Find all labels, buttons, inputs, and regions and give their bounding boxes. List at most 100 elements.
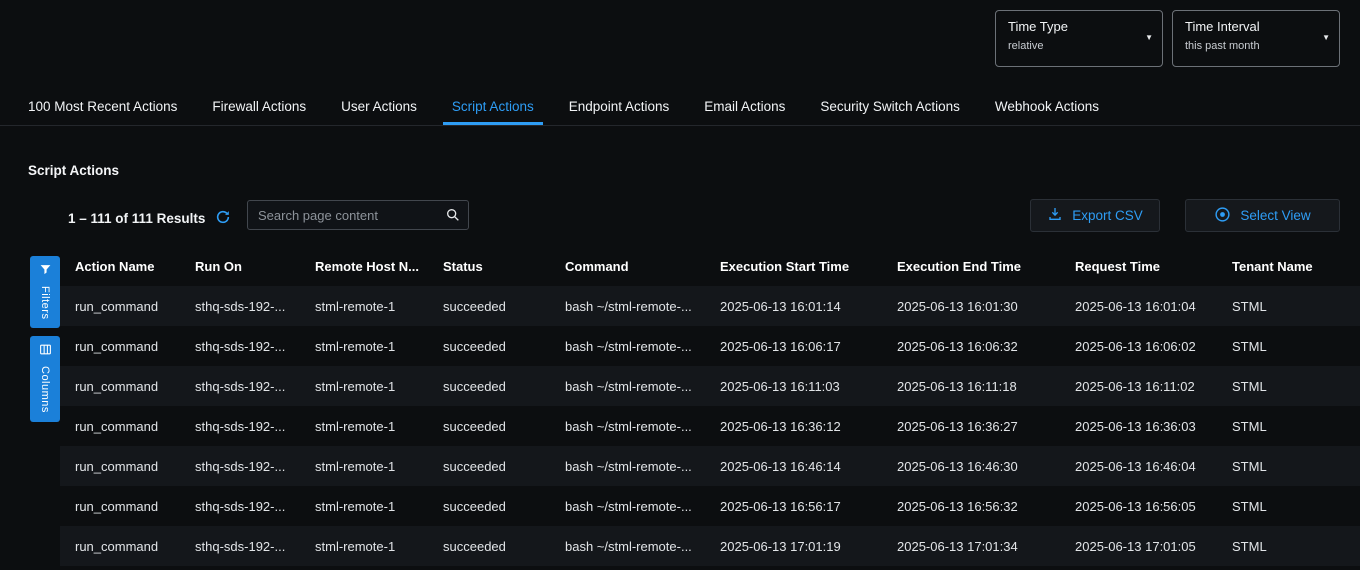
table-cell: 2025-06-13 16:01:14 (705, 286, 882, 326)
table-cell: sthq-sds-192-... (180, 486, 300, 526)
tab-firewall-actions[interactable]: Firewall Actions (203, 88, 315, 125)
table-cell: bash ~/stml-remote-... (550, 486, 705, 526)
table-cell: stml-remote-1 (300, 286, 428, 326)
table-cell: STML (1217, 406, 1360, 446)
chevron-down-icon: ▼ (1145, 33, 1153, 42)
column-header[interactable]: Tenant Name (1217, 246, 1360, 286)
table-cell: STML (1217, 486, 1360, 526)
table-cell: stml-remote-1 (300, 486, 428, 526)
table-cell: bash ~/stml-remote-... (550, 326, 705, 366)
table-cell: 2025-06-13 16:11:03 (705, 366, 882, 406)
table-cell: 2025-06-13 16:01:04 (1060, 286, 1217, 326)
table-cell: 2025-06-13 16:36:27 (882, 406, 1060, 446)
table-cell: bash ~/stml-remote-... (550, 366, 705, 406)
select-view-button[interactable]: Select View (1185, 199, 1340, 232)
column-header[interactable]: Request Time (1060, 246, 1217, 286)
table-row[interactable]: run_commandsthq-sds-192-...stml-remote-1… (60, 446, 1360, 486)
column-header[interactable]: Run On (180, 246, 300, 286)
table-cell: stml-remote-1 (300, 526, 428, 566)
table-cell: 2025-06-13 16:11:18 (882, 366, 1060, 406)
table-cell: 2025-06-13 17:01:05 (1060, 526, 1217, 566)
actions-table: Action NameRun OnRemote Host N...StatusC… (60, 246, 1360, 566)
table-cell: run_command (60, 526, 180, 566)
table-cell: 2025-06-13 16:36:03 (1060, 406, 1217, 446)
table-cell: succeeded (428, 406, 550, 446)
results-bar: 1 – 111 of 111 Results (68, 209, 231, 228)
filters-button[interactable]: Filters (30, 256, 60, 328)
table-row[interactable]: run_commandsthq-sds-192-...stml-remote-1… (60, 326, 1360, 366)
table-cell: run_command (60, 446, 180, 486)
time-type-value: relative (1008, 40, 1136, 52)
columns-label: Columns (39, 366, 51, 413)
table-cell: bash ~/stml-remote-... (550, 286, 705, 326)
table-cell: sthq-sds-192-... (180, 406, 300, 446)
time-controls: Time Type relative ▼ Time Interval this … (995, 10, 1340, 67)
table-cell: STML (1217, 366, 1360, 406)
column-header[interactable]: Command (550, 246, 705, 286)
table-cell: 2025-06-13 16:06:32 (882, 326, 1060, 366)
columns-icon (39, 343, 52, 361)
eye-icon (1214, 206, 1231, 226)
filter-icon (39, 263, 52, 281)
table-cell: 2025-06-13 16:06:02 (1060, 326, 1217, 366)
table-cell: bash ~/stml-remote-... (550, 406, 705, 446)
table-cell: STML (1217, 446, 1360, 486)
page-title: Script Actions (28, 163, 119, 178)
columns-button[interactable]: Columns (30, 336, 60, 422)
time-interval-label: Time Interval (1185, 19, 1313, 34)
column-header[interactable]: Status (428, 246, 550, 286)
tab-bar: 100 Most Recent Actions Firewall Actions U… (0, 88, 1360, 126)
table-cell: 2025-06-13 16:46:04 (1060, 446, 1217, 486)
table-cell: run_command (60, 406, 180, 446)
table-cell: STML (1217, 286, 1360, 326)
table-cell: 2025-06-13 17:01:34 (882, 526, 1060, 566)
column-header[interactable]: Execution End Time (882, 246, 1060, 286)
filters-label: Filters (39, 286, 51, 319)
table-cell: run_command (60, 366, 180, 406)
app-root: Time Type relative ▼ Time Interval this … (0, 0, 1360, 570)
tab-security-switch-actions[interactable]: Security Switch Actions (811, 88, 969, 125)
table-cell: 2025-06-13 16:46:14 (705, 446, 882, 486)
search-icon[interactable] (445, 207, 461, 228)
table-cell: 2025-06-13 16:06:17 (705, 326, 882, 366)
tab-webhook-actions[interactable]: Webhook Actions (986, 88, 1108, 125)
table-cell: 2025-06-13 16:36:12 (705, 406, 882, 446)
table-row[interactable]: run_commandsthq-sds-192-...stml-remote-1… (60, 366, 1360, 406)
table-row[interactable]: run_commandsthq-sds-192-...stml-remote-1… (60, 286, 1360, 326)
time-interval-dropdown[interactable]: Time Interval this past month ▼ (1172, 10, 1340, 67)
column-header[interactable]: Execution Start Time (705, 246, 882, 286)
table-cell: 2025-06-13 16:56:32 (882, 486, 1060, 526)
table-cell: succeeded (428, 446, 550, 486)
table-row[interactable]: run_commandsthq-sds-192-...stml-remote-1… (60, 406, 1360, 446)
tab-email-actions[interactable]: Email Actions (695, 88, 794, 125)
table-cell: succeeded (428, 486, 550, 526)
export-csv-button[interactable]: Export CSV (1030, 199, 1160, 232)
table-cell: 2025-06-13 16:56:17 (705, 486, 882, 526)
table-cell: bash ~/stml-remote-... (550, 446, 705, 486)
table-cell: sthq-sds-192-... (180, 446, 300, 486)
table-cell: succeeded (428, 526, 550, 566)
column-header[interactable]: Remote Host N... (300, 246, 428, 286)
table-cell: sthq-sds-192-... (180, 366, 300, 406)
refresh-button[interactable] (215, 209, 231, 228)
time-type-label: Time Type (1008, 19, 1136, 34)
results-summary: 1 – 111 of 111 Results (68, 211, 205, 226)
tab-100-most-recent-actions[interactable]: 100 Most Recent Actions (19, 88, 186, 125)
select-view-label: Select View (1240, 208, 1310, 223)
table-cell: stml-remote-1 (300, 406, 428, 446)
export-csv-label: Export CSV (1072, 208, 1143, 223)
table-cell: sthq-sds-192-... (180, 326, 300, 366)
table-row[interactable]: run_commandsthq-sds-192-...stml-remote-1… (60, 486, 1360, 526)
table-cell: sthq-sds-192-... (180, 526, 300, 566)
refresh-icon (215, 209, 231, 228)
tab-user-actions[interactable]: User Actions (332, 88, 426, 125)
time-type-dropdown[interactable]: Time Type relative ▼ (995, 10, 1163, 67)
table-cell: 2025-06-13 16:46:30 (882, 446, 1060, 486)
table-cell: bash ~/stml-remote-... (550, 526, 705, 566)
column-header[interactable]: Action Name (60, 246, 180, 286)
table-row[interactable]: run_commandsthq-sds-192-...stml-remote-1… (60, 526, 1360, 566)
tab-endpoint-actions[interactable]: Endpoint Actions (560, 88, 679, 125)
table-cell: 2025-06-13 16:11:02 (1060, 366, 1217, 406)
search-input[interactable] (247, 200, 469, 230)
tab-script-actions[interactable]: Script Actions (443, 88, 543, 125)
